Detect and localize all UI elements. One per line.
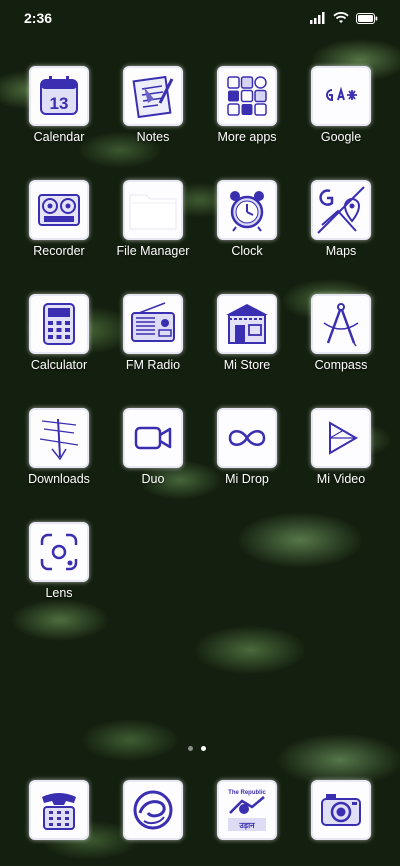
calendar-date: 13	[50, 94, 69, 113]
video-camera-icon	[134, 426, 172, 450]
app-more-apps[interactable]: More apps	[200, 68, 294, 144]
compass-icon	[323, 303, 359, 347]
page-dot-active[interactable]	[201, 746, 206, 751]
app-label: More apps	[217, 130, 277, 144]
app-mi-drop[interactable]: Mi Drop	[200, 410, 294, 486]
page-indicator	[188, 746, 206, 751]
app-label: File Manager	[116, 244, 190, 258]
app-google[interactable]: Google	[294, 68, 388, 144]
app-label: Compass	[314, 358, 368, 372]
app-maps[interactable]: Maps	[294, 182, 388, 258]
app-compass[interactable]: Compass	[294, 296, 388, 372]
maps-icon	[317, 186, 365, 234]
app-label: Google	[320, 130, 362, 144]
recorder-icon	[38, 194, 80, 226]
status-icons	[310, 12, 378, 24]
app-label: Mi Drop	[225, 472, 269, 486]
app-label: Duo	[141, 472, 165, 486]
status-bar: 2:36	[0, 0, 400, 36]
app-lens[interactable]: Lens	[12, 524, 106, 600]
alarm-clock-icon	[230, 191, 264, 232]
app-label: FM Radio	[125, 358, 181, 372]
battery-icon	[356, 12, 378, 24]
app-mi-store[interactable]: Mi Store	[200, 296, 294, 372]
dock-messages[interactable]	[106, 782, 200, 838]
wifi-icon	[333, 12, 349, 23]
downloads-icon	[39, 418, 79, 461]
radio-icon	[131, 302, 175, 342]
app-label: Recorder	[33, 244, 85, 258]
dock-stamp-app[interactable]: The Republic उड़ान	[200, 782, 294, 838]
app-calculator[interactable]: Calculator	[12, 296, 106, 372]
infinity-icon	[228, 430, 266, 446]
calculator-icon	[43, 303, 75, 345]
app-duo[interactable]: Duo	[106, 410, 200, 486]
app-label: Clock	[231, 244, 263, 258]
app-calendar[interactable]: 13 Calendar	[12, 68, 106, 144]
camera-icon	[321, 794, 361, 826]
app-label: Notes	[136, 130, 170, 144]
folder-icon	[129, 194, 177, 230]
page-dot[interactable]	[188, 746, 193, 751]
stamp-text-top: The Republic	[228, 790, 266, 796]
app-fm-radio[interactable]: FM Radio	[106, 296, 200, 372]
calendar-icon: 13	[40, 76, 78, 115]
app-label: Mi Video	[316, 472, 366, 486]
more-apps-icon	[227, 76, 267, 116]
stamp-icon: The Republic उड़ान	[228, 790, 266, 831]
lens-icon	[40, 533, 78, 571]
messages-icon	[133, 790, 173, 830]
app-label: Calculator	[30, 358, 88, 372]
signal-icon	[310, 12, 325, 24]
dock-phone[interactable]	[12, 782, 106, 838]
play-icon	[329, 421, 359, 455]
app-label: Mi Store	[223, 358, 271, 372]
app-clock[interactable]: Clock	[200, 182, 294, 258]
app-label: Downloads	[28, 472, 90, 486]
app-label: Calendar	[33, 130, 85, 144]
google-icon	[326, 86, 357, 102]
app-recorder[interactable]: Recorder	[12, 182, 106, 258]
app-mi-video[interactable]: Mi Video	[294, 410, 388, 486]
app-downloads[interactable]: Downloads	[12, 410, 106, 486]
app-notes[interactable]: Notes	[106, 68, 200, 144]
app-label: Lens	[45, 586, 73, 600]
dock-camera[interactable]	[294, 782, 388, 838]
app-file-manager[interactable]: File Manager	[106, 182, 200, 258]
phone-icon	[42, 793, 76, 830]
status-time: 2:36	[24, 10, 53, 26]
notes-icon	[132, 75, 174, 119]
app-label: Maps	[325, 244, 357, 258]
stamp-text-bottom: उड़ान	[238, 821, 255, 830]
store-icon	[226, 304, 268, 344]
